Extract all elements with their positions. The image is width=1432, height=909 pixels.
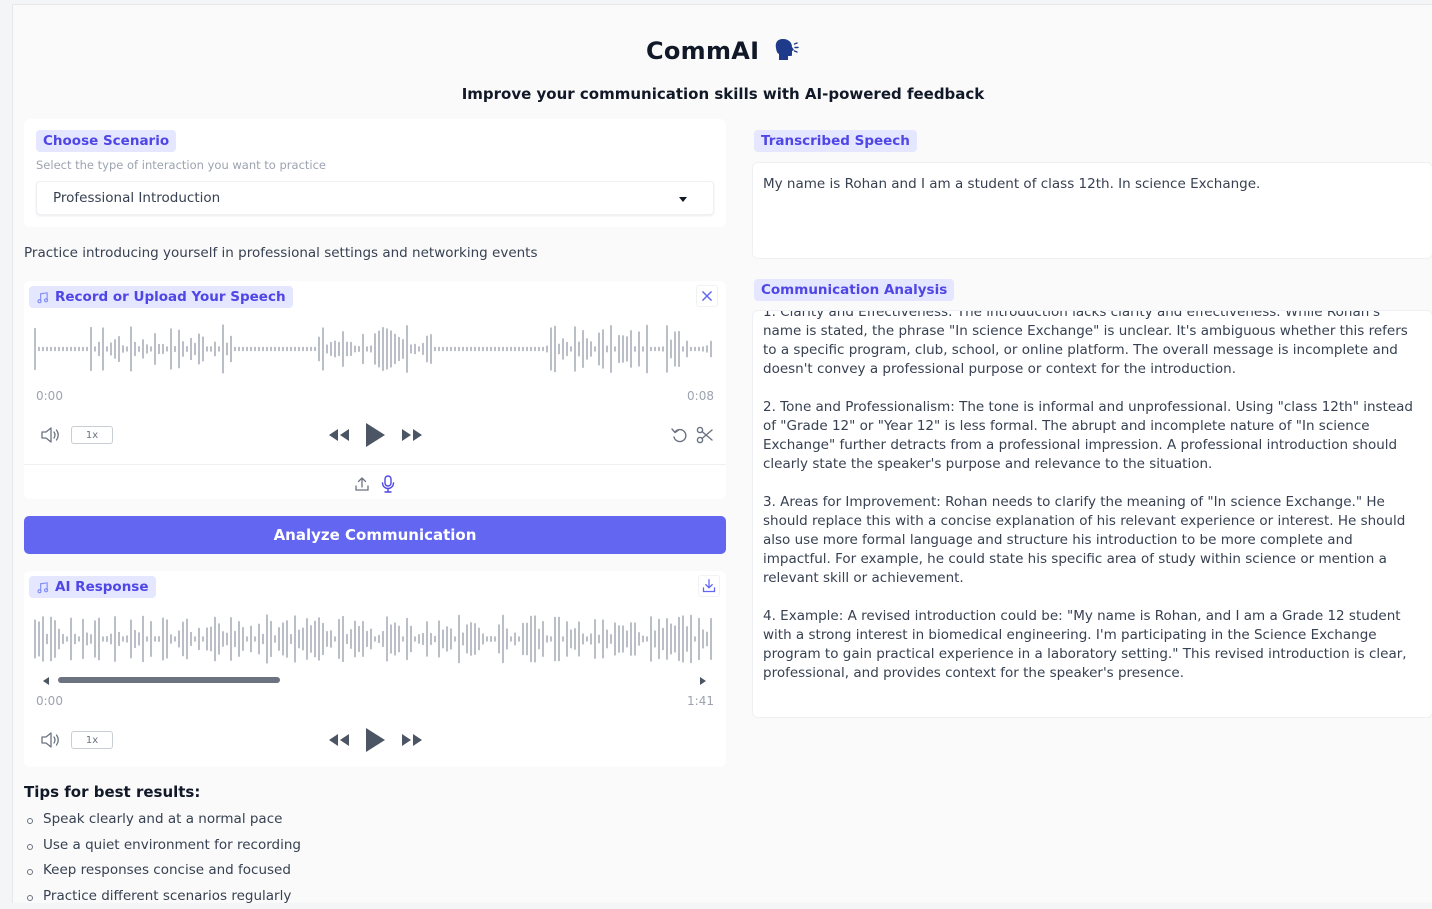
download-icon[interactable] xyxy=(698,575,720,597)
rewind-icon[interactable] xyxy=(327,427,351,443)
record-speed-button[interactable]: 1x xyxy=(71,426,113,444)
close-icon[interactable] xyxy=(696,285,718,307)
scroll-left-icon[interactable] xyxy=(42,676,50,686)
tip-item: Keep responses concise and focused xyxy=(24,858,301,884)
app-title: CommAI xyxy=(13,37,1432,65)
tip-item: Use a quiet environment for recording xyxy=(24,833,301,859)
scenario-hint: Select the type of interaction you want … xyxy=(36,158,326,172)
choose-scenario-label: Choose Scenario xyxy=(36,130,177,152)
analyze-communication-button[interactable]: Analyze Communication xyxy=(24,516,726,554)
analysis-text: 1. Clarity and Effectiveness: The introd… xyxy=(763,310,1415,702)
transcription-text: My name is Rohan and I am a student of c… xyxy=(763,176,1261,192)
app-subtitle: Improve your communication skills with A… xyxy=(461,85,985,103)
ai-response-speed-button[interactable]: 1x xyxy=(71,731,113,749)
ai-response-current-time: 0:00 xyxy=(36,694,63,708)
record-total-time: 0:08 xyxy=(687,389,714,403)
play-icon[interactable] xyxy=(364,727,386,753)
ai-response-waveform[interactable] xyxy=(34,613,714,665)
music-note-icon xyxy=(37,581,49,593)
app-page: CommAI Improve your communication skills… xyxy=(12,4,1432,904)
transcribed-speech-label: Transcribed Speech xyxy=(754,130,917,152)
record-label-text: Record or Upload Your Speech xyxy=(55,289,286,305)
app-title-text: CommAI xyxy=(645,37,760,65)
analysis-paragraph: 4. Example: A revised introduction could… xyxy=(763,608,1407,681)
ai-response-label-text: AI Response xyxy=(55,579,149,595)
record-divider xyxy=(24,464,726,465)
scenario-select-value: Professional Introduction xyxy=(53,190,221,206)
scenario-select[interactable]: Professional Introduction xyxy=(36,181,714,215)
scissors-icon[interactable] xyxy=(695,425,715,445)
ai-response-label: AI Response xyxy=(29,576,156,598)
transcription-box[interactable]: My name is Rohan and I am a student of c… xyxy=(752,162,1432,259)
ai-response-total-time: 1:41 xyxy=(687,694,714,708)
tip-item: Practice different scenarios regularly xyxy=(24,884,301,909)
record-waveform[interactable] xyxy=(34,323,714,375)
music-note-icon xyxy=(37,291,49,303)
waveform-scrollbar-thumb[interactable] xyxy=(58,677,280,683)
tip-item: Speak clearly and at a normal pace xyxy=(24,807,301,833)
scenario-card: Choose Scenario Select the type of inter… xyxy=(24,119,726,227)
analysis-paragraph: 2. Tone and Professionalism: The tone is… xyxy=(763,399,1413,472)
caret-down-icon xyxy=(679,197,687,202)
upload-icon[interactable] xyxy=(354,476,370,492)
volume-icon[interactable] xyxy=(40,731,62,749)
analysis-paragraph: 1. Clarity and Effectiveness: The introd… xyxy=(763,310,1408,377)
record-card: Record or Upload Your Speech 0:00 0:08 1… xyxy=(24,281,726,499)
tips-list: Speak clearly and at a normal pace Use a… xyxy=(24,807,301,909)
tips-title: Tips for best results: xyxy=(24,783,201,801)
communication-analysis-label: Communication Analysis xyxy=(754,279,955,301)
analysis-paragraph: 3. Areas for Improvement: Rohan needs to… xyxy=(763,494,1406,586)
record-label: Record or Upload Your Speech xyxy=(29,286,293,308)
rewind-icon[interactable] xyxy=(327,732,351,748)
fast-forward-icon[interactable] xyxy=(400,427,424,443)
fast-forward-icon[interactable] xyxy=(400,732,424,748)
volume-icon[interactable] xyxy=(40,426,62,444)
speaking-head-icon xyxy=(775,39,799,60)
undo-icon[interactable] xyxy=(670,425,690,445)
microphone-icon[interactable] xyxy=(380,475,396,493)
record-current-time: 0:00 xyxy=(36,389,63,403)
scenario-description: Practice introducing yourself in profess… xyxy=(24,245,538,261)
scroll-right-icon[interactable] xyxy=(699,676,707,686)
ai-response-card: AI Response 0:00 1:41 1x xyxy=(24,571,726,767)
play-icon[interactable] xyxy=(364,422,386,448)
analysis-box[interactable]: 1. Clarity and Effectiveness: The introd… xyxy=(752,310,1432,718)
